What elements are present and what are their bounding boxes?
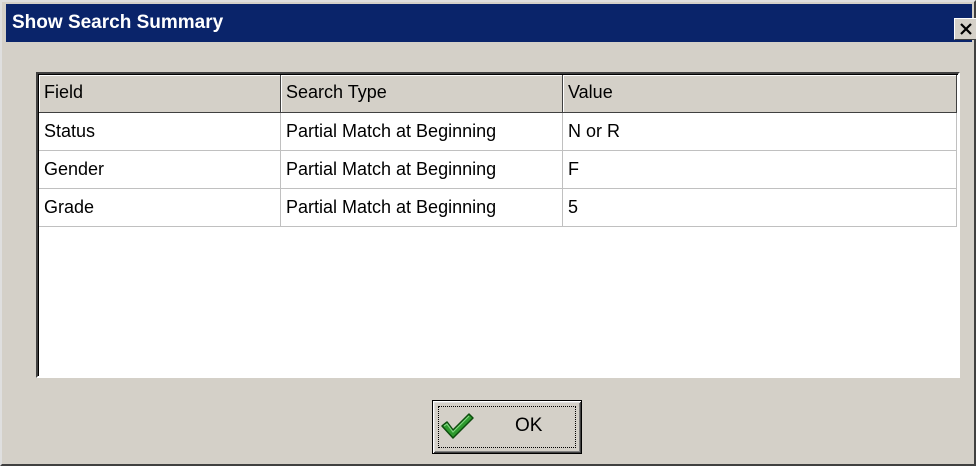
ok-button-label: OK — [515, 415, 543, 436]
cell-field: Grade — [39, 189, 281, 227]
cell-field: Gender — [39, 151, 281, 189]
table-row[interactable]: Gender Partial Match at Beginning F — [39, 151, 957, 189]
cell-value: F — [563, 151, 957, 189]
checkmark-icon — [441, 413, 474, 439]
column-header-value[interactable]: Value — [563, 75, 957, 113]
close-button[interactable] — [954, 18, 976, 40]
cell-value: N or R — [563, 113, 957, 151]
column-header-search-type[interactable]: Search Type — [281, 75, 563, 113]
cell-search-type: Partial Match at Beginning — [281, 189, 563, 227]
cell-search-type: Partial Match at Beginning — [281, 113, 563, 151]
title-bar[interactable]: Show Search Summary — [6, 4, 976, 42]
table-row[interactable]: Status Partial Match at Beginning N or R — [39, 113, 957, 151]
close-icon — [960, 23, 972, 35]
search-summary-grid[interactable]: Field Search Type Value Status Partial M… — [36, 72, 960, 378]
column-header-field[interactable]: Field — [39, 75, 281, 113]
table-row[interactable]: Grade Partial Match at Beginning 5 — [39, 189, 957, 227]
ok-button[interactable]: OK — [432, 400, 582, 454]
grid-body: Field Search Type Value Status Partial M… — [38, 74, 958, 376]
cell-search-type: Partial Match at Beginning — [281, 151, 563, 189]
cell-value: 5 — [563, 189, 957, 227]
dialog-title: Show Search Summary — [12, 12, 224, 33]
search-summary-dialog: Show Search Summary Field Search Type Va… — [0, 0, 976, 466]
grid-header-row: Field Search Type Value — [39, 75, 957, 113]
cell-field: Status — [39, 113, 281, 151]
